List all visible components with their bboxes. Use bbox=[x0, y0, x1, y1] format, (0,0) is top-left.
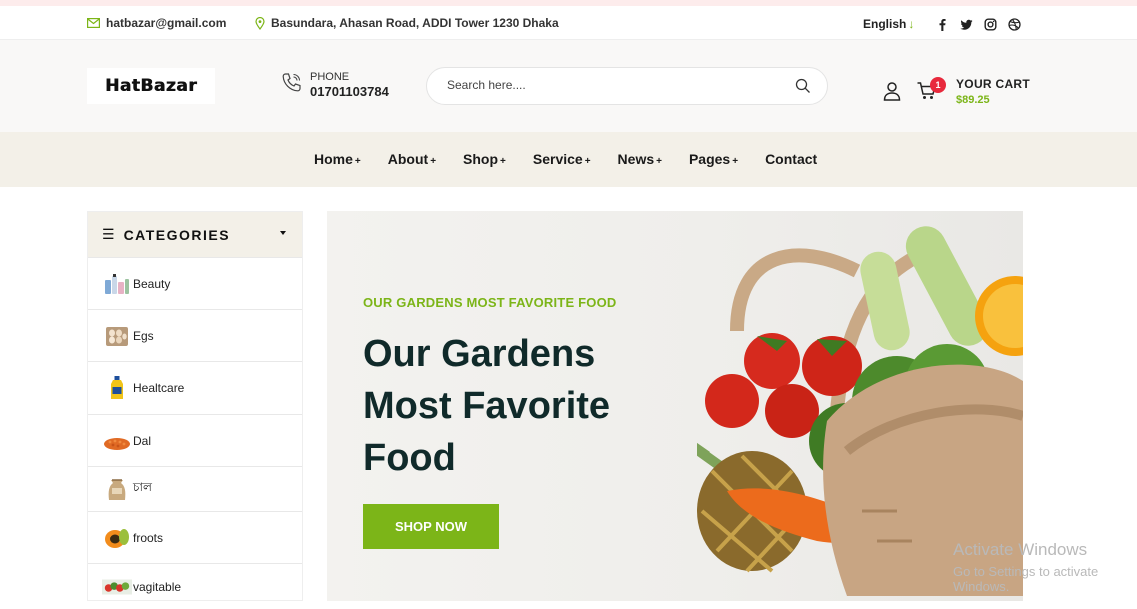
menu-icon: ☰ bbox=[102, 226, 115, 242]
nav-label: About bbox=[387, 151, 429, 167]
email-text: hatbazar@gmail.com bbox=[106, 16, 227, 30]
plus-icon: + bbox=[430, 156, 437, 167]
category-item-beauty[interactable]: Beauty bbox=[88, 257, 302, 309]
mail-icon bbox=[87, 18, 100, 28]
search-icon[interactable] bbox=[795, 78, 811, 94]
nav-label: News bbox=[617, 151, 655, 167]
windows-activation-watermark: Activate Windows Go to Settings to activ… bbox=[953, 540, 1137, 594]
contact-email[interactable]: hatbazar@gmail.com bbox=[87, 16, 226, 30]
cart-label: YOUR CART bbox=[956, 77, 1031, 91]
address-text: Basundara, Ahasan Road, ADDI Tower 1230 … bbox=[271, 16, 559, 30]
location-pin-icon bbox=[255, 16, 265, 30]
cosmetics-icon bbox=[102, 271, 132, 297]
contact-address: Basundara, Ahasan Road, ADDI Tower 1230 … bbox=[255, 16, 559, 30]
nav-item-about[interactable]: About + bbox=[388, 151, 436, 167]
nav-label: Shop bbox=[463, 151, 499, 167]
nav-item-service[interactable]: Service + bbox=[533, 151, 591, 167]
phone-number[interactable]: 01701103784 bbox=[310, 84, 389, 99]
phone-icon bbox=[281, 72, 302, 98]
category-label: Healtcare bbox=[133, 381, 185, 395]
cart-count-badge: 1 bbox=[930, 77, 946, 93]
site-header: HatBazar PHONE 01701103784 1 YOUR CART $… bbox=[0, 40, 1137, 132]
top-bar: hatbazar@gmail.com Basundara, Ahasan Roa… bbox=[0, 6, 1137, 40]
search-bar bbox=[426, 67, 828, 105]
nav-label: Home bbox=[314, 151, 353, 167]
phone-contact: PHONE 01701103784 bbox=[281, 71, 389, 99]
category-label: froots bbox=[133, 530, 164, 545]
category-item-rice[interactable]: চাল bbox=[88, 466, 302, 511]
instagram-icon[interactable] bbox=[984, 18, 997, 31]
facebook-icon[interactable] bbox=[936, 18, 949, 31]
logo-text: HatBazar bbox=[104, 76, 197, 96]
grocery-bag-illustration bbox=[697, 226, 1023, 596]
twitter-icon[interactable] bbox=[960, 18, 973, 31]
hero-banner: OUR GARDENS MOST FAVORITE FOOD Our Garde… bbox=[327, 211, 1023, 601]
plus-icon: + bbox=[584, 156, 591, 167]
cart-total: $89.25 bbox=[956, 94, 990, 106]
hero-subtitle: OUR GARDENS MOST FAVORITE FOOD bbox=[363, 295, 617, 310]
lentils-icon bbox=[102, 428, 132, 454]
categories-panel: ☰ CATEGORIES Beauty Egs Healtcare Dal চা… bbox=[87, 211, 303, 601]
category-item-fruits[interactable]: froots bbox=[88, 511, 302, 563]
category-item-vegetables[interactable]: vagitable bbox=[88, 563, 302, 609]
rice-sack-icon bbox=[102, 476, 132, 502]
category-label: Egs bbox=[133, 328, 154, 343]
phone-label: PHONE bbox=[310, 71, 350, 83]
social-links bbox=[936, 18, 1021, 31]
nav-item-contact[interactable]: Contact bbox=[765, 151, 817, 167]
category-label: চাল bbox=[133, 480, 152, 494]
shop-now-button[interactable]: SHOP NOW bbox=[363, 504, 499, 549]
language-selector[interactable]: English ↓ bbox=[863, 17, 914, 31]
category-label: Beauty bbox=[133, 276, 171, 291]
nav-item-shop[interactable]: Shop + bbox=[463, 151, 506, 167]
egg-tray-icon bbox=[102, 323, 132, 349]
watermark-line-1: Activate Windows bbox=[953, 540, 1088, 559]
category-label: vagitable bbox=[133, 579, 182, 594]
watermark-line-2: Go to Settings to activate Windows. bbox=[953, 564, 1099, 594]
category-item-dal[interactable]: Dal bbox=[88, 414, 302, 466]
category-item-healthcare[interactable]: Healtcare bbox=[88, 361, 302, 414]
papaya-icon bbox=[102, 525, 132, 551]
site-logo[interactable]: HatBazar bbox=[87, 68, 215, 104]
categories-toggle[interactable]: ☰ CATEGORIES bbox=[88, 212, 302, 257]
oil-bottle-icon bbox=[102, 375, 132, 401]
nav-label: Service bbox=[532, 151, 583, 167]
cart-summary[interactable]: YOUR CART $89.25 bbox=[956, 77, 1030, 106]
arrow-down-icon: ↓ bbox=[908, 17, 915, 31]
plus-icon: + bbox=[500, 156, 506, 167]
nav-label: Contact bbox=[765, 151, 818, 167]
main-navigation: Home + About + Shop + Service + News + Pages +… bbox=[0, 132, 1137, 187]
nav-item-pages[interactable]: Pages + bbox=[689, 151, 738, 167]
categories-title: CATEGORIES bbox=[123, 226, 231, 243]
plus-icon: + bbox=[732, 156, 739, 167]
nav-item-home[interactable]: Home + bbox=[314, 151, 361, 167]
nav-item-news[interactable]: News + bbox=[618, 151, 662, 167]
plus-icon: + bbox=[656, 156, 662, 167]
hero-heading: Our Gardens Most Favorite Food bbox=[363, 333, 611, 479]
nav-label: Pages bbox=[688, 151, 731, 167]
user-account-icon[interactable] bbox=[882, 81, 902, 101]
category-label: Dal bbox=[133, 433, 152, 448]
caret-down-icon bbox=[280, 231, 286, 235]
category-item-eggs[interactable]: Egs bbox=[88, 309, 302, 361]
dribbble-icon[interactable] bbox=[1008, 18, 1021, 31]
language-label: English bbox=[863, 17, 907, 31]
search-input[interactable] bbox=[447, 78, 777, 92]
plus-icon: + bbox=[354, 156, 361, 167]
